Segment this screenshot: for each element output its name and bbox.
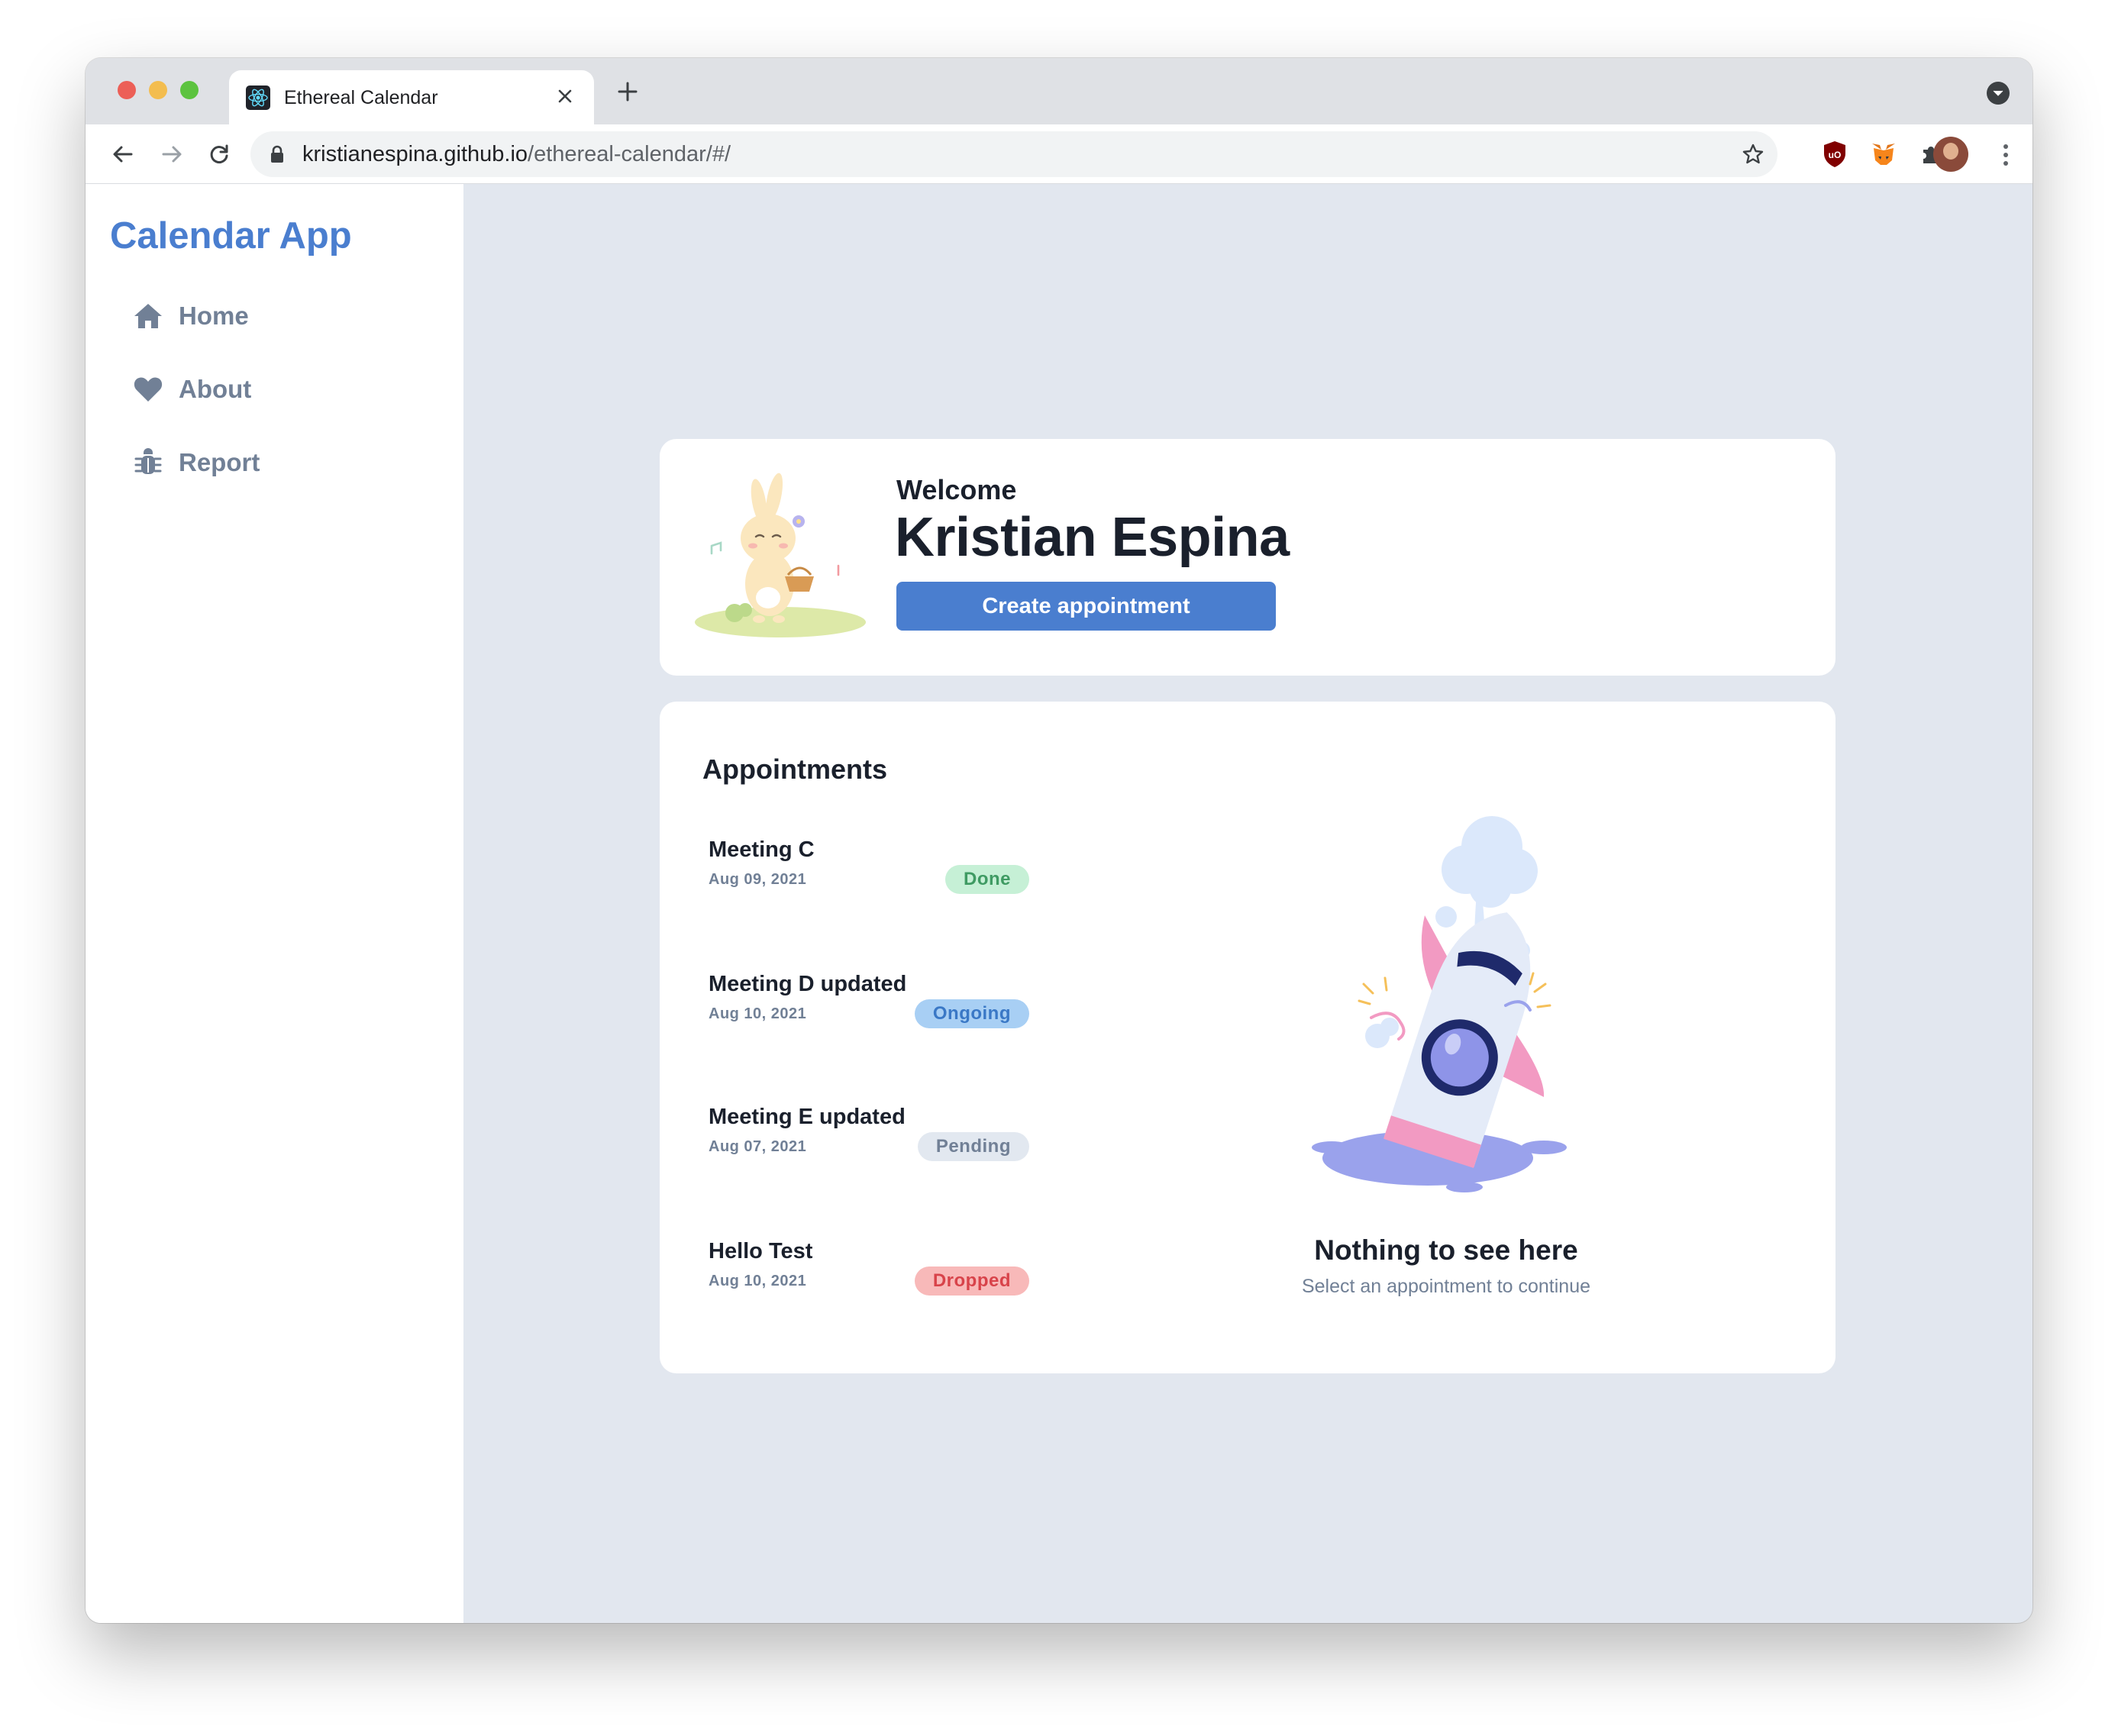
bunny-illustration [689, 469, 872, 645]
tab-strip: Ethereal Calendar [86, 58, 2032, 124]
appointment-title: Meeting C [709, 837, 815, 862]
reload-icon[interactable] [202, 137, 237, 172]
svg-text:uO: uO [1829, 150, 1842, 160]
main-content: Welcome Kristian Espina Create appointme… [463, 184, 2032, 1623]
profile-avatar[interactable] [1933, 137, 1968, 172]
sidebar-item-about[interactable]: About [131, 366, 421, 412]
appointments-title: Appointments [702, 753, 887, 785]
url-text: kristianespina.github.io/ethereal-calend… [302, 142, 731, 167]
appointments-card: Appointments Meeting C Aug 09, 2021 Done… [660, 702, 1835, 1373]
browser-toolbar: kristianespina.github.io/ethereal-calend… [86, 124, 2032, 184]
sidebar-item-report[interactable]: Report [131, 440, 421, 486]
welcome-label: Welcome [896, 474, 1017, 505]
browser-menu-icon[interactable] [1994, 140, 2017, 170]
browser-tab[interactable]: Ethereal Calendar [229, 70, 594, 124]
appointment-item[interactable]: Meeting C Aug 09, 2021 Done [709, 837, 1029, 906]
home-icon [131, 299, 165, 333]
close-window-button[interactable] [118, 81, 136, 99]
status-badge-done: Done [945, 865, 1029, 894]
new-tab-icon[interactable] [611, 75, 644, 108]
appointment-item[interactable]: Meeting E updated Aug 07, 2021 Pending [709, 1105, 1029, 1173]
appointment-title: Hello Test [709, 1239, 813, 1263]
appointment-date: Aug 07, 2021 [709, 1138, 807, 1155]
appointment-title: Meeting E updated [709, 1105, 906, 1129]
appointment-date: Aug 09, 2021 [709, 871, 807, 888]
minimize-window-button[interactable] [149, 81, 167, 99]
maximize-window-button[interactable] [180, 81, 199, 99]
address-bar[interactable]: kristianespina.github.io/ethereal-calend… [250, 131, 1777, 177]
sidebar-item-label: Home [179, 302, 249, 330]
lock-icon [270, 145, 284, 167]
crashed-rocket-illustration [1301, 801, 1576, 1213]
tab-close-icon[interactable] [550, 81, 580, 111]
empty-state-title: Nothing to see here [1314, 1234, 1578, 1266]
appointment-title: Meeting D updated [709, 972, 907, 996]
browser-window: Ethereal Calendar kristianespina.github.… [86, 58, 2032, 1623]
appointment-item[interactable]: Meeting D updated Aug 10, 2021 Ongoing [709, 972, 1029, 1041]
user-name: Kristian Espina [895, 507, 1290, 568]
page: Calendar App Home About Report Welcome K… [86, 184, 2032, 1623]
sidebar: Calendar App Home About Report [86, 184, 463, 1623]
appointment-date: Aug 10, 2021 [709, 1005, 807, 1022]
heart-icon [131, 373, 165, 406]
app-brand[interactable]: Calendar App [110, 215, 352, 257]
appointment-item[interactable]: Hello Test Aug 10, 2021 Dropped [709, 1239, 1029, 1308]
bookmark-star-icon[interactable] [1739, 140, 1767, 168]
status-badge-ongoing: Ongoing [914, 999, 1029, 1028]
status-badge-pending: Pending [917, 1132, 1029, 1161]
appointment-date: Aug 10, 2021 [709, 1273, 807, 1289]
sidebar-item-label: Report [179, 448, 260, 476]
status-badge-dropped: Dropped [914, 1267, 1029, 1296]
url-host: kristianespina.github.io [302, 142, 528, 166]
create-appointment-button[interactable]: Create appointment [896, 582, 1276, 631]
ublock-extension-icon[interactable]: uO [1819, 138, 1851, 170]
back-arrow-icon[interactable] [105, 137, 140, 172]
tab-title: Ethereal Calendar [284, 87, 438, 108]
sidebar-item-home[interactable]: Home [131, 293, 421, 339]
forward-arrow-icon[interactable] [154, 137, 189, 172]
welcome-card: Welcome Kristian Espina Create appointme… [660, 439, 1835, 676]
bug-icon [131, 446, 165, 479]
sidebar-item-label: About [179, 375, 252, 403]
tab-search-icon[interactable] [1987, 82, 2010, 105]
metamask-extension-icon[interactable] [1868, 138, 1900, 170]
url-path: /ethereal-calendar/#/ [528, 142, 731, 166]
empty-state-subtitle: Select an appointment to continue [1301, 1276, 1591, 1297]
react-favicon-icon [246, 86, 270, 110]
